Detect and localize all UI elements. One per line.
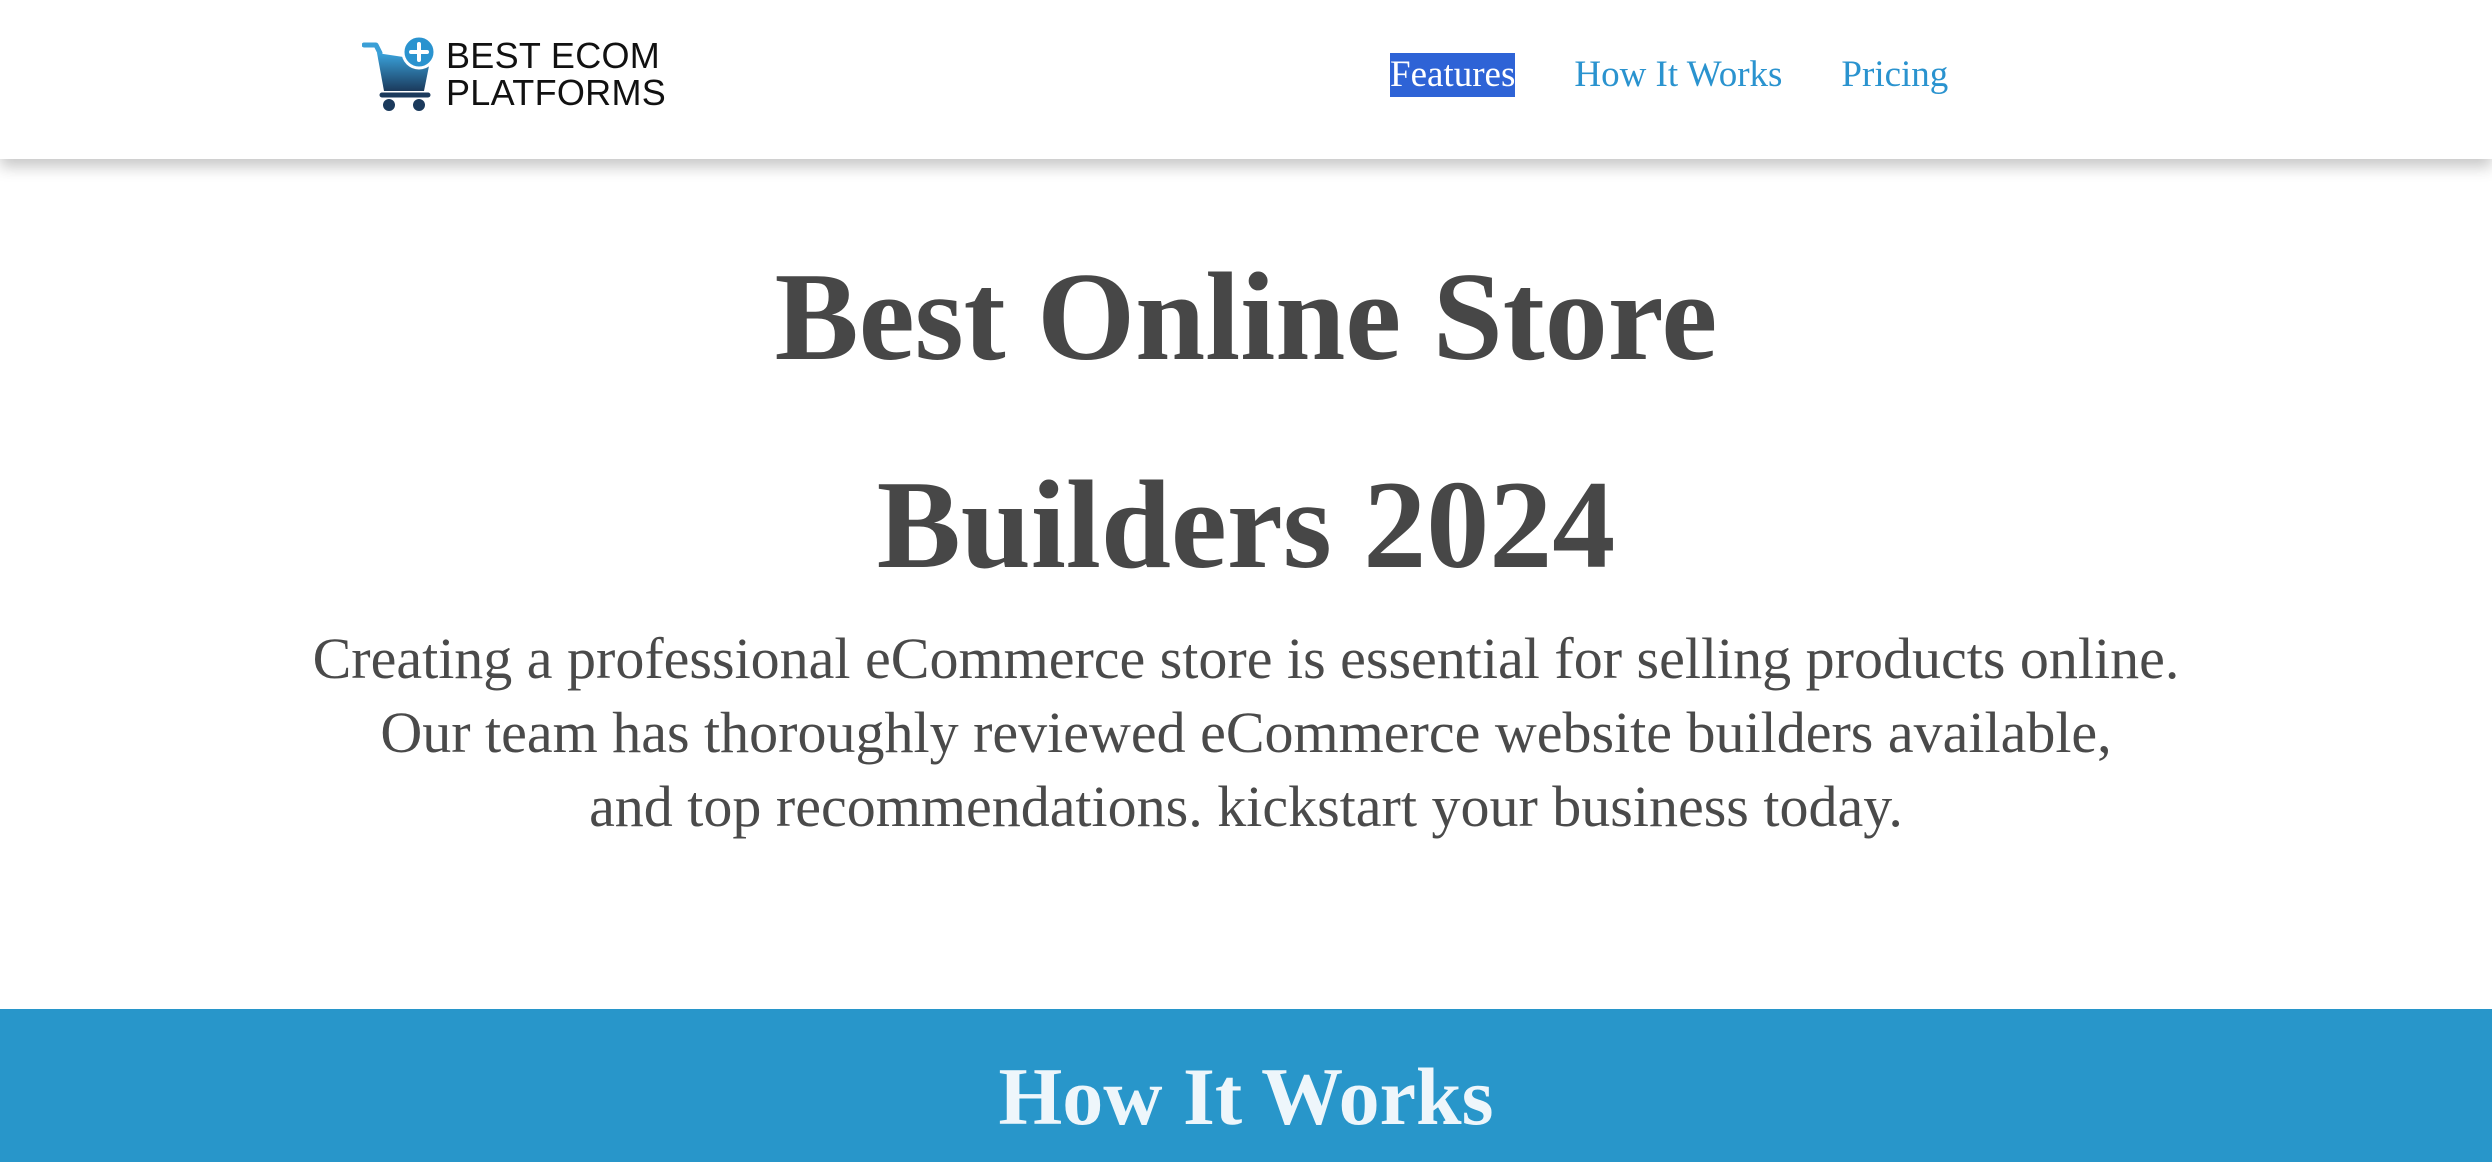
hero-subtitle: Creating a professional eCommerce store … xyxy=(200,622,2292,844)
nav-link-pricing[interactable]: Pricing xyxy=(1841,53,1948,97)
hero-section: Best Online Store Builders 2024 Creating… xyxy=(0,159,2492,1009)
site-logo[interactable]: BEST ECOM PLATFORMS xyxy=(362,34,666,114)
hero-title-line-2: Builders 2024 xyxy=(876,456,1616,595)
nav-link-features[interactable]: Features xyxy=(1390,53,1516,97)
logo-text: BEST ECOM PLATFORMS xyxy=(446,37,666,111)
hero-subtitle-line-1: Creating a professional eCommerce store … xyxy=(312,626,2180,691)
main-nav: Features How It Works Pricing xyxy=(1390,48,1948,102)
how-it-works-section: How It Works xyxy=(0,1009,2492,1162)
hero-title-line-1: Best Online Store xyxy=(774,248,1718,387)
cart-plus-icon xyxy=(362,35,437,111)
site-header: BEST ECOM PLATFORMS Features How It Work… xyxy=(0,0,2492,159)
nav-link-how-it-works[interactable]: How It Works xyxy=(1574,53,1782,97)
hero-subtitle-line-3: and top recommendations. kickstart your … xyxy=(589,774,1903,839)
how-it-works-heading: How It Works xyxy=(998,1051,1494,1142)
logo-text-line-2: PLATFORMS xyxy=(446,72,667,113)
logo-text-line-1: BEST ECOM xyxy=(446,35,661,76)
hero-title: Best Online Store Builders 2024 xyxy=(0,214,2492,630)
hero-subtitle-line-2: Our team has thoroughly reviewed eCommer… xyxy=(380,700,2112,765)
